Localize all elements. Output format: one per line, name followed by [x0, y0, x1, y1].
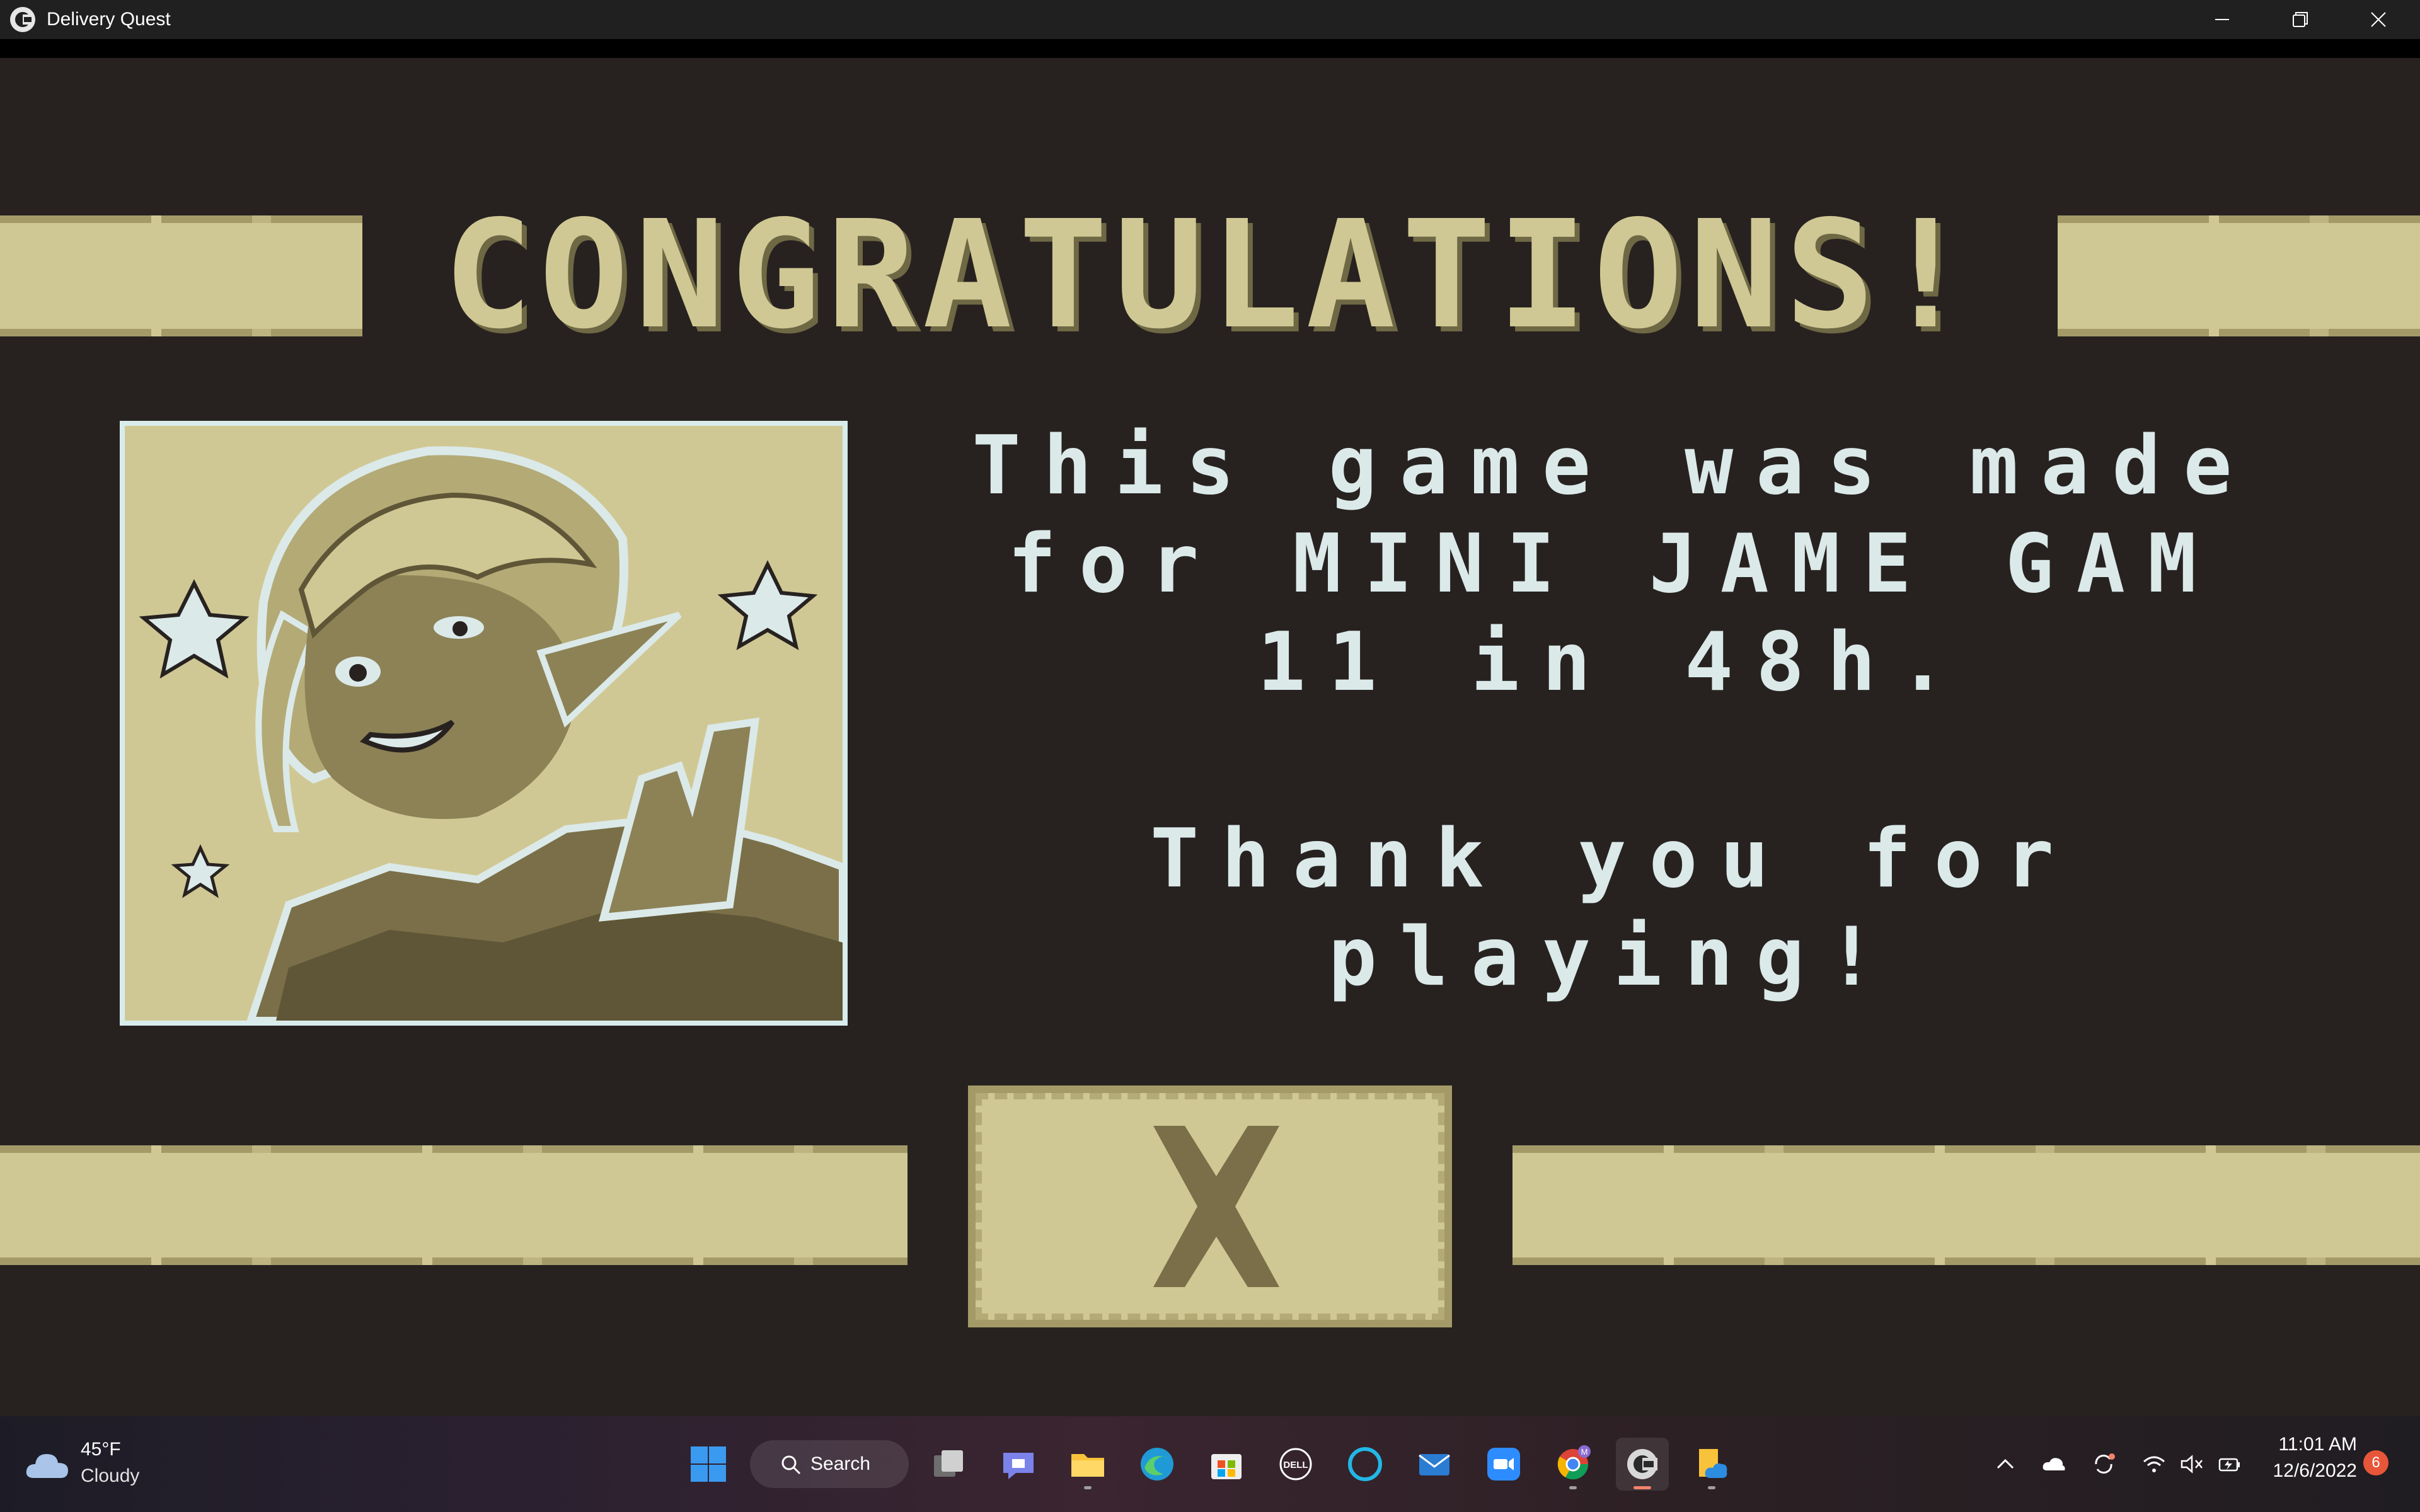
- close-icon: [2371, 12, 2386, 27]
- weather-condition: Cloudy: [81, 1465, 140, 1486]
- running-indicator: [1634, 1486, 1651, 1489]
- clock-date[interactable]: 12/6/2022: [2256, 1460, 2357, 1482]
- game-viewport[interactable]: CONGRATULATIONS! This game was made for …: [0, 39, 2420, 1418]
- game-app-icon: [1627, 1449, 1657, 1479]
- thank-you-message: This game was made for MINI JAME GAM 11 …: [895, 417, 2332, 1007]
- start-button[interactable]: [682, 1438, 735, 1491]
- alexa-button[interactable]: [1339, 1438, 1392, 1491]
- store-icon: [1211, 1454, 1242, 1479]
- task-view-icon: [934, 1450, 963, 1477]
- edge-icon: [1141, 1448, 1173, 1480]
- congratulations-screen: CONGRATULATIONS! This game was made for …: [0, 58, 2420, 1418]
- minimize-button[interactable]: [2183, 0, 2261, 39]
- chrome-profile-badge: M: [1581, 1447, 1588, 1457]
- file-explorer-icon: [1071, 1454, 1104, 1477]
- delivery-quest-taskbar-button[interactable]: [1616, 1438, 1669, 1491]
- store-button[interactable]: [1200, 1438, 1253, 1491]
- minimize-icon: [2215, 19, 2229, 20]
- weather-widget[interactable]: 45°F Cloudy: [25, 1435, 176, 1492]
- message-line: 11 in 48h.: [1257, 616, 1970, 709]
- chrome-icon: M: [1557, 1445, 1591, 1480]
- bottom-right-banner: [1512, 1145, 2420, 1265]
- message-line: playing!: [1328, 910, 1899, 1004]
- close-window-button[interactable]: [2339, 0, 2417, 39]
- chevron-up-icon: [1997, 1458, 2014, 1469]
- running-indicator: [1708, 1486, 1715, 1489]
- show-hidden-icons-button[interactable]: [1985, 1444, 2025, 1484]
- window-title-bar[interactable]: Delivery Quest: [0, 0, 2420, 39]
- mail-button[interactable]: [1408, 1438, 1461, 1491]
- onedrive-tray-button[interactable]: [2033, 1444, 2073, 1484]
- volume-muted-icon: [2181, 1455, 2203, 1474]
- onedrive-folder-button[interactable]: [1685, 1438, 1738, 1491]
- weather-temperature: 45°F: [81, 1439, 121, 1460]
- sync-icon: [2095, 1453, 2115, 1474]
- running-indicator: [1569, 1486, 1577, 1489]
- file-explorer-button[interactable]: [1061, 1438, 1114, 1491]
- top-right-banner: [2058, 215, 2420, 336]
- teams-chat-icon: [1003, 1453, 1034, 1479]
- top-left-banner: [0, 215, 362, 336]
- search-label: Search: [810, 1453, 871, 1474]
- windows-taskbar: 45°F Cloudy Search DELL M 11:01 AM 12/6/…: [0, 1416, 2420, 1512]
- search-icon: [781, 1455, 801, 1475]
- sync-tray-button[interactable]: [2083, 1444, 2124, 1484]
- wifi-icon: [2143, 1456, 2165, 1472]
- window-title: Delivery Quest: [47, 9, 171, 30]
- onedrive-folder-icon: [1699, 1449, 1727, 1478]
- taskbar-search[interactable]: Search: [750, 1440, 909, 1488]
- task-view-button[interactable]: [923, 1438, 976, 1491]
- x-icon: [1153, 1126, 1279, 1287]
- clock-time[interactable]: 11:01 AM: [2256, 1434, 2357, 1455]
- teams-chat-button[interactable]: [992, 1438, 1045, 1491]
- chrome-button[interactable]: M: [1547, 1438, 1599, 1491]
- edge-button[interactable]: [1131, 1438, 1184, 1491]
- character-portrait: [120, 421, 848, 1026]
- windows-start-icon: [691, 1446, 726, 1482]
- battery-tray-button[interactable]: [2210, 1444, 2250, 1484]
- zoom-button[interactable]: [1477, 1438, 1530, 1491]
- battery-icon: [2218, 1458, 2240, 1472]
- zoom-icon: [1487, 1448, 1520, 1480]
- message-line: This game was made: [972, 419, 2255, 513]
- bottom-left-banner: [0, 1145, 908, 1265]
- dell-icon: DELL: [1279, 1448, 1312, 1480]
- running-indicator: [1084, 1486, 1092, 1489]
- cloud-icon: [26, 1454, 68, 1478]
- notification-badge[interactable]: 6: [2363, 1450, 2388, 1475]
- congratulations-heading: CONGRATULATIONS!: [443, 188, 1977, 362]
- elf-character-illustration: [125, 426, 843, 1021]
- restore-button[interactable]: [2261, 0, 2339, 39]
- close-game-button-face: [976, 1093, 1444, 1320]
- message-line: for MINI JAME GAM: [1007, 517, 2220, 611]
- mail-icon: [1419, 1454, 1450, 1475]
- message-line: Thank you for: [1150, 812, 2077, 906]
- close-game-button[interactable]: [968, 1085, 1452, 1327]
- volume-tray-button[interactable]: [2172, 1444, 2212, 1484]
- onedrive-icon: [2043, 1458, 2065, 1470]
- app-icon: [9, 6, 37, 33]
- wifi-tray-button[interactable]: [2134, 1444, 2174, 1484]
- svg-text:DELL: DELL: [1283, 1460, 1308, 1470]
- restore-icon: [2293, 12, 2308, 27]
- dell-button[interactable]: DELL: [1269, 1438, 1322, 1491]
- alexa-icon: [1348, 1447, 1382, 1481]
